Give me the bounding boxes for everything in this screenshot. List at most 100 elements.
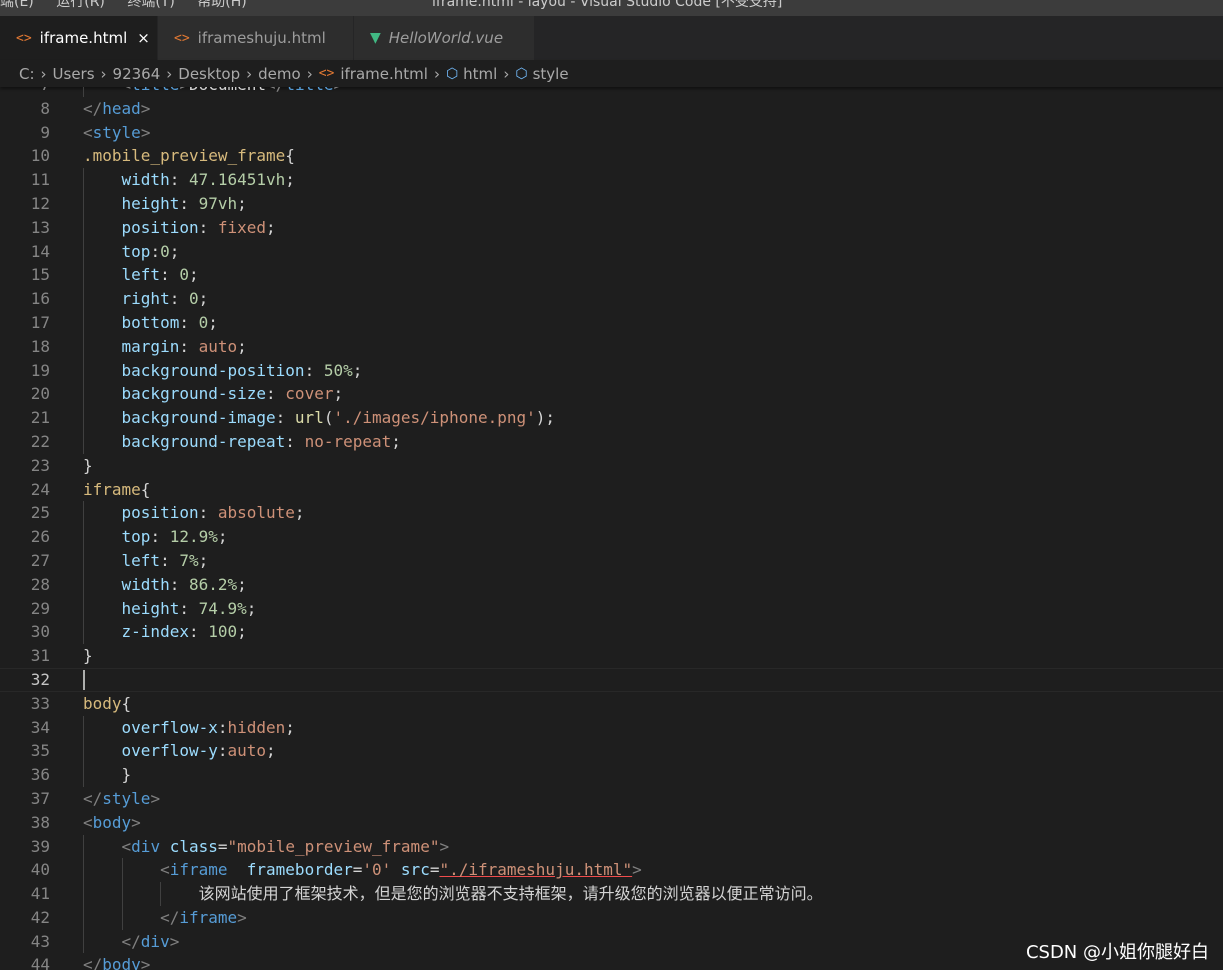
code-token: margin (121, 336, 180, 356)
code-line[interactable]: 10 .mobile_preview_frame{ (0, 144, 1223, 168)
code-line[interactable]: 17 bottom: 0; (0, 310, 1223, 335)
code-text: left: 7%; (83, 549, 209, 573)
close-icon[interactable]: × (137, 29, 150, 47)
code-line[interactable]: 28 width: 86.2%; (0, 572, 1223, 597)
code-line[interactable]: 12 height: 97vh; (0, 191, 1223, 216)
breadcrumb-item-users[interactable]: Users (53, 65, 95, 83)
code-line[interactable]: 22 background-repeat: no-repeat; (0, 429, 1223, 454)
symbol-element-icon: ⬡ (445, 65, 459, 82)
menu-item-terminal-2[interactable]: 终端(T) (127, 0, 174, 10)
chevron-right-icon: › (433, 64, 440, 83)
code-token: .mobile_preview_frame (83, 146, 286, 166)
tab-helloworld-vue[interactable]: ▼ HelloWorld.vue (354, 16, 535, 60)
line-number: 12 (30, 193, 50, 213)
line-number: 26 (30, 527, 50, 547)
tab-iframeshuju-html[interactable]: <> iframeshuju.html (158, 16, 354, 60)
line-number: 21 (30, 408, 50, 428)
code-line[interactable]: 9 <style> (0, 121, 1223, 145)
code-line[interactable]: 36 } (0, 763, 1223, 787)
code-token: url (294, 408, 324, 428)
code-token: div (140, 931, 170, 951)
code-line[interactable]: 8 </head> (0, 97, 1223, 121)
code-token: class (169, 836, 218, 856)
code-text: background-size: cover; (83, 382, 344, 406)
code-line[interactable]: 32 (0, 668, 1223, 692)
tab-label: iframe.html (39, 29, 128, 47)
code-token: left (121, 265, 161, 285)
code-token: z-index (121, 622, 189, 642)
code-token: width (121, 170, 170, 190)
code-line[interactable]: 7 <title>Document</title> (0, 87, 1223, 97)
code-token: ; (266, 741, 276, 761)
code-token: background-position (121, 360, 305, 380)
code-line[interactable]: 30 z-index: 100; (0, 620, 1223, 645)
code-line[interactable]: 21 background-image: url('./images/iphon… (0, 406, 1223, 430)
code-line[interactable]: 31} (0, 644, 1223, 668)
code-line[interactable]: 19 background-position: 50%; (0, 358, 1223, 383)
code-line[interactable]: 39 <div class="mobile_preview_frame"> (0, 834, 1223, 859)
code-token: left (121, 550, 161, 570)
code-line[interactable]: 37 </style> (0, 787, 1223, 811)
code-token: > (237, 907, 247, 927)
code-token: : (217, 741, 228, 761)
breadcrumb-item-file[interactable]: iframe.html (340, 65, 428, 83)
code-editor[interactable]: 7 <title>Document</title>8</head>9<style… (0, 87, 1223, 970)
code-line[interactable]: 25 position: absolute; (0, 501, 1223, 526)
code-token: 100 (208, 622, 238, 642)
code-line[interactable]: 34 overflow-x:hidden; (0, 715, 1223, 740)
code-line[interactable]: 20 background-size: cover; (0, 382, 1223, 407)
code-token: : (198, 217, 218, 237)
code-line[interactable]: 14 top:0; (0, 239, 1223, 264)
code-line[interactable]: 38 <body> (0, 811, 1223, 835)
breadcrumb-item-html[interactable]: html (463, 65, 497, 83)
line-number: 24 (30, 479, 50, 499)
code-line[interactable]: 23} (0, 454, 1223, 478)
menu-item-help[interactable]: 帮助(H) (197, 0, 246, 10)
breadcrumb-item-desktop[interactable]: Desktop (178, 65, 240, 83)
code-token: : (285, 431, 305, 451)
code-token: "mobile_preview_frame" (227, 836, 440, 856)
code-token: auto (198, 336, 238, 356)
menu-item-run[interactable]: 运行(R) (56, 0, 105, 10)
code-token: = (352, 860, 363, 880)
code-token: style (102, 788, 151, 808)
line-number: 17 (30, 312, 50, 332)
code-token: background-size (121, 384, 267, 404)
code-token: } (83, 646, 93, 666)
code-line[interactable]: 33 body{ (0, 692, 1223, 716)
code-line[interactable]: 16 right: 0; (0, 287, 1223, 311)
breadcrumb-item-style[interactable]: style (533, 65, 569, 83)
code-line[interactable]: 29 height: 74.9%; (0, 596, 1223, 621)
breadcrumb-item-demo[interactable]: demo (258, 65, 301, 83)
code-line[interactable]: 35 overflow-y:auto; (0, 739, 1223, 764)
code-token: head (102, 98, 141, 118)
line-number: 33 (30, 693, 50, 713)
code-line[interactable]: 13 position: fixed; (0, 215, 1223, 240)
code-line[interactable]: 27 left: 7%; (0, 548, 1223, 573)
code-token: right (121, 289, 170, 309)
code-token: fixed (217, 217, 267, 237)
code-token: : (150, 241, 161, 261)
chevron-right-icon: › (306, 64, 313, 83)
code-line[interactable]: 42 </iframe> (0, 905, 1223, 930)
code-token: ; (237, 193, 247, 213)
code-line[interactable]: 24 iframe{ (0, 478, 1223, 502)
breadcrumb-item-drive[interactable]: C: (19, 65, 35, 83)
code-line[interactable]: 11 width: 47.16451vh; (0, 168, 1223, 192)
code-line[interactable]: 41 该网站使用了框架技术，但是您的浏览器不支持框架，请升级您的浏览器以便正常访… (0, 882, 1223, 906)
code-token: > (439, 836, 450, 856)
code-line[interactable]: 15 left: 0; (0, 263, 1223, 288)
code-line[interactable]: 18 margin: auto; (0, 334, 1223, 359)
tab-iframe-html[interactable]: <> iframe.html × (0, 16, 158, 60)
code-line[interactable]: 40 <iframe frameborder='0' src="./iframe… (0, 858, 1223, 883)
code-line[interactable]: 26 top: 12.9%; (0, 525, 1223, 549)
line-number: 22 (30, 431, 50, 451)
breadcrumb-item-user[interactable]: 92364 (113, 65, 161, 83)
code-token: ; (391, 431, 401, 451)
menu-item-terminal[interactable]: 端(E) (0, 0, 34, 10)
editor-tab-bar: <> iframe.html × <> iframeshuju.html ▼ H… (0, 16, 1223, 60)
